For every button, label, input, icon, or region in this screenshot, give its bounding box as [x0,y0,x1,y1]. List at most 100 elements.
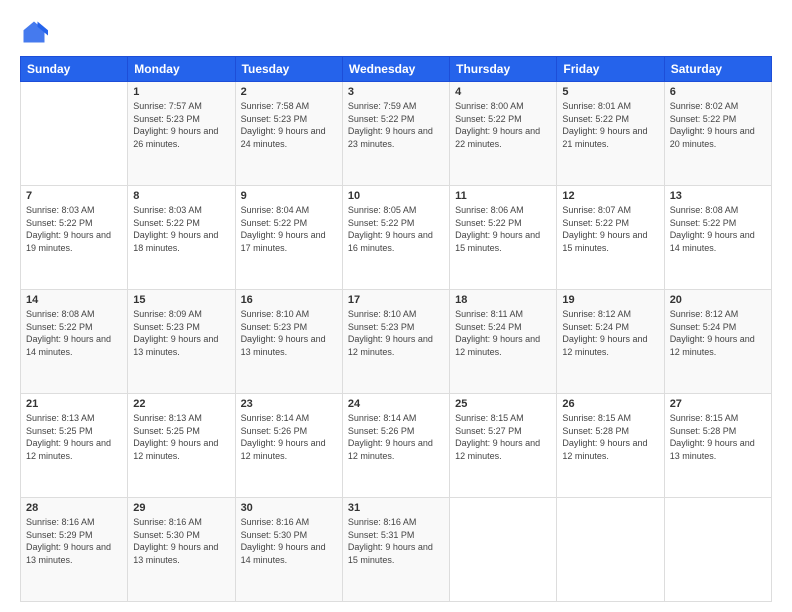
day-info: Sunrise: 8:14 AMSunset: 5:26 PMDaylight:… [348,412,444,462]
day-info: Sunrise: 8:13 AMSunset: 5:25 PMDaylight:… [26,412,122,462]
calendar-cell: 24 Sunrise: 8:14 AMSunset: 5:26 PMDayligh… [342,394,449,498]
day-number: 7 [26,190,122,202]
calendar-week-2: 7 Sunrise: 8:03 AMSunset: 5:22 PMDaylight… [21,186,772,290]
day-number: 2 [241,86,337,98]
calendar-cell: 21 Sunrise: 8:13 AMSunset: 5:25 PMDayligh… [21,394,128,498]
calendar-cell: 26 Sunrise: 8:15 AMSunset: 5:28 PMDayligh… [557,394,664,498]
day-info: Sunrise: 8:12 AMSunset: 5:24 PMDaylight:… [670,308,766,358]
calendar-cell: 25 Sunrise: 8:15 AMSunset: 5:27 PMDayligh… [450,394,557,498]
day-info: Sunrise: 8:16 AMSunset: 5:29 PMDaylight:… [26,516,122,566]
day-number: 19 [562,294,658,306]
calendar-cell: 9 Sunrise: 8:04 AMSunset: 5:22 PMDaylight… [235,186,342,290]
logo [20,18,52,46]
calendar-cell: 8Sunrise: 8:03 AMSunset: 5:22 PMDaylight… [128,186,235,290]
calendar-cell: 3 Sunrise: 7:59 AMSunset: 5:22 PMDaylight… [342,82,449,186]
day-info: Sunrise: 8:16 AMSunset: 5:30 PMDaylight:… [133,516,229,566]
day-info: Sunrise: 7:57 AMSunset: 5:23 PMDaylight:… [133,100,229,150]
day-info: Sunrise: 8:16 AMSunset: 5:30 PMDaylight:… [241,516,337,566]
day-number: 10 [348,190,444,202]
day-header-wednesday: Wednesday [342,57,449,82]
calendar-cell: 1 Sunrise: 7:57 AMSunset: 5:23 PMDaylight… [128,82,235,186]
day-number: 23 [241,398,337,410]
day-number: 21 [26,398,122,410]
calendar-cell: 7 Sunrise: 8:03 AMSunset: 5:22 PMDaylight… [21,186,128,290]
calendar-cell: 16Sunrise: 8:10 AMSunset: 5:23 PMDayligh… [235,290,342,394]
day-number: 17 [348,294,444,306]
calendar-cell: 5 Sunrise: 8:01 AMSunset: 5:22 PMDaylight… [557,82,664,186]
day-number: 12 [562,190,658,202]
logo-icon [20,18,48,46]
calendar-week-3: 14 Sunrise: 8:08 AMSunset: 5:22 PMDayligh… [21,290,772,394]
calendar-cell: 12 Sunrise: 8:07 AMSunset: 5:22 PMDayligh… [557,186,664,290]
calendar-cell: 15Sunrise: 8:09 AMSunset: 5:23 PMDayligh… [128,290,235,394]
day-number: 25 [455,398,551,410]
day-number: 14 [26,294,122,306]
day-number: 20 [670,294,766,306]
calendar-cell: 14 Sunrise: 8:08 AMSunset: 5:22 PMDayligh… [21,290,128,394]
day-info: Sunrise: 8:00 AMSunset: 5:22 PMDaylight:… [455,100,551,150]
day-number: 1 [133,86,229,98]
day-info: Sunrise: 8:07 AMSunset: 5:22 PMDaylight:… [562,204,658,254]
day-number: 24 [348,398,444,410]
day-number: 27 [670,398,766,410]
day-header-thursday: Thursday [450,57,557,82]
day-info: Sunrise: 8:14 AMSunset: 5:26 PMDaylight:… [241,412,337,462]
calendar-cell: 4 Sunrise: 8:00 AMSunset: 5:22 PMDaylight… [450,82,557,186]
day-header-friday: Friday [557,57,664,82]
calendar-cell: 17Sunrise: 8:10 AMSunset: 5:23 PMDayligh… [342,290,449,394]
day-info: Sunrise: 8:01 AMSunset: 5:22 PMDaylight:… [562,100,658,150]
page: SundayMondayTuesdayWednesdayThursdayFrid… [0,0,792,612]
day-info: Sunrise: 8:08 AMSunset: 5:22 PMDaylight:… [26,308,122,358]
day-info: Sunrise: 8:04 AMSunset: 5:22 PMDaylight:… [241,204,337,254]
day-info: Sunrise: 8:15 AMSunset: 5:28 PMDaylight:… [562,412,658,462]
calendar-cell: 20 Sunrise: 8:12 AMSunset: 5:24 PMDayligh… [664,290,771,394]
day-info: Sunrise: 8:15 AMSunset: 5:27 PMDaylight:… [455,412,551,462]
day-header-sunday: Sunday [21,57,128,82]
calendar-cell: 11Sunrise: 8:06 AMSunset: 5:22 PMDayligh… [450,186,557,290]
day-number: 15 [133,294,229,306]
day-number: 13 [670,190,766,202]
day-number: 3 [348,86,444,98]
day-number: 8 [133,190,229,202]
calendar-cell: 22Sunrise: 8:13 AMSunset: 5:25 PMDayligh… [128,394,235,498]
day-info: Sunrise: 8:15 AMSunset: 5:28 PMDaylight:… [670,412,766,462]
day-info: Sunrise: 8:03 AMSunset: 5:22 PMDaylight:… [26,204,122,254]
day-header-monday: Monday [128,57,235,82]
day-info: Sunrise: 7:58 AMSunset: 5:23 PMDaylight:… [241,100,337,150]
calendar-cell: 28 Sunrise: 8:16 AMSunset: 5:29 PMDayligh… [21,498,128,602]
day-info: Sunrise: 8:05 AMSunset: 5:22 PMDaylight:… [348,204,444,254]
day-info: Sunrise: 8:02 AMSunset: 5:22 PMDaylight:… [670,100,766,150]
day-number: 29 [133,502,229,514]
day-number: 26 [562,398,658,410]
day-info: Sunrise: 8:13 AMSunset: 5:25 PMDaylight:… [133,412,229,462]
day-header-saturday: Saturday [664,57,771,82]
day-number: 30 [241,502,337,514]
day-number: 9 [241,190,337,202]
day-info: Sunrise: 7:59 AMSunset: 5:22 PMDaylight:… [348,100,444,150]
day-info: Sunrise: 8:11 AMSunset: 5:24 PMDaylight:… [455,308,551,358]
calendar-cell: 13 Sunrise: 8:08 AMSunset: 5:22 PMDayligh… [664,186,771,290]
calendar-week-4: 21 Sunrise: 8:13 AMSunset: 5:25 PMDayligh… [21,394,772,498]
calendar-cell: 31Sunrise: 8:16 AMSunset: 5:31 PMDayligh… [342,498,449,602]
calendar-cell: 18 Sunrise: 8:11 AMSunset: 5:24 PMDayligh… [450,290,557,394]
calendar-cell: 30 Sunrise: 8:16 AMSunset: 5:30 PMDayligh… [235,498,342,602]
calendar-cell: 19 Sunrise: 8:12 AMSunset: 5:24 PMDayligh… [557,290,664,394]
calendar-week-1: 1 Sunrise: 7:57 AMSunset: 5:23 PMDaylight… [21,82,772,186]
day-number: 6 [670,86,766,98]
calendar-cell [450,498,557,602]
calendar-header-row: SundayMondayTuesdayWednesdayThursdayFrid… [21,57,772,82]
day-info: Sunrise: 8:08 AMSunset: 5:22 PMDaylight:… [670,204,766,254]
calendar-cell: 23 Sunrise: 8:14 AMSunset: 5:26 PMDayligh… [235,394,342,498]
calendar-cell: 10 Sunrise: 8:05 AMSunset: 5:22 PMDayligh… [342,186,449,290]
day-number: 5 [562,86,658,98]
day-number: 28 [26,502,122,514]
header [20,18,772,46]
calendar-cell [664,498,771,602]
calendar-cell: 2 Sunrise: 7:58 AMSunset: 5:23 PMDaylight… [235,82,342,186]
calendar-cell [21,82,128,186]
day-number: 18 [455,294,551,306]
day-info: Sunrise: 8:12 AMSunset: 5:24 PMDaylight:… [562,308,658,358]
day-header-tuesday: Tuesday [235,57,342,82]
day-number: 4 [455,86,551,98]
day-number: 31 [348,502,444,514]
